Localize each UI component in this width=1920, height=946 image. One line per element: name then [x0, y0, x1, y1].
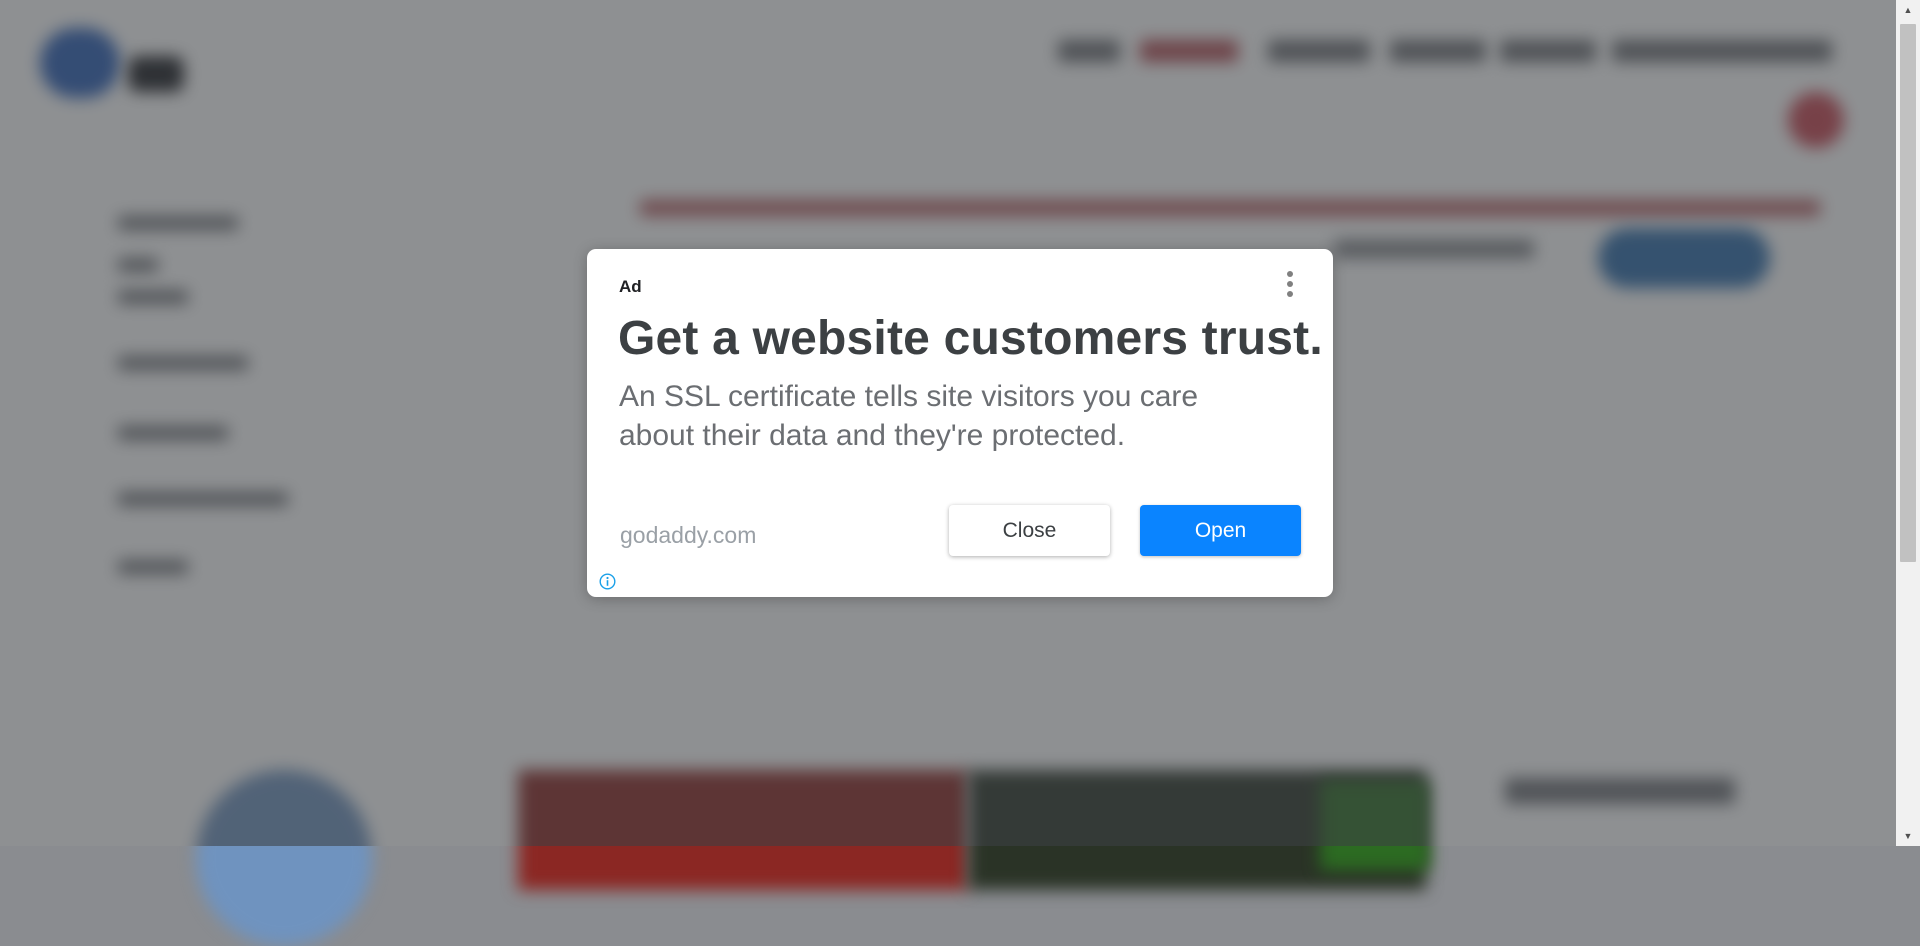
scroll-up-arrow-icon[interactable]: ▲: [1896, 0, 1920, 20]
open-button[interactable]: Open: [1140, 505, 1301, 556]
ad-description: An SSL certificate tells site visitors y…: [619, 380, 1199, 452]
page-scrollbar[interactable]: ▲ ▼: [1896, 0, 1920, 846]
scroll-thumb[interactable]: [1900, 24, 1916, 562]
scroll-down-arrow-icon[interactable]: ▼: [1896, 826, 1920, 846]
info-icon[interactable]: [599, 573, 616, 590]
ad-domain[interactable]: godaddy.com: [620, 522, 756, 549]
ad-dialog: Ad Get a website customers trust. An SSL…: [587, 249, 1333, 597]
close-button[interactable]: Close: [949, 505, 1110, 556]
ad-headline: Get a website customers trust.: [618, 312, 1323, 365]
ad-label: Ad: [619, 277, 642, 296]
more-vert-icon[interactable]: [1283, 271, 1297, 299]
